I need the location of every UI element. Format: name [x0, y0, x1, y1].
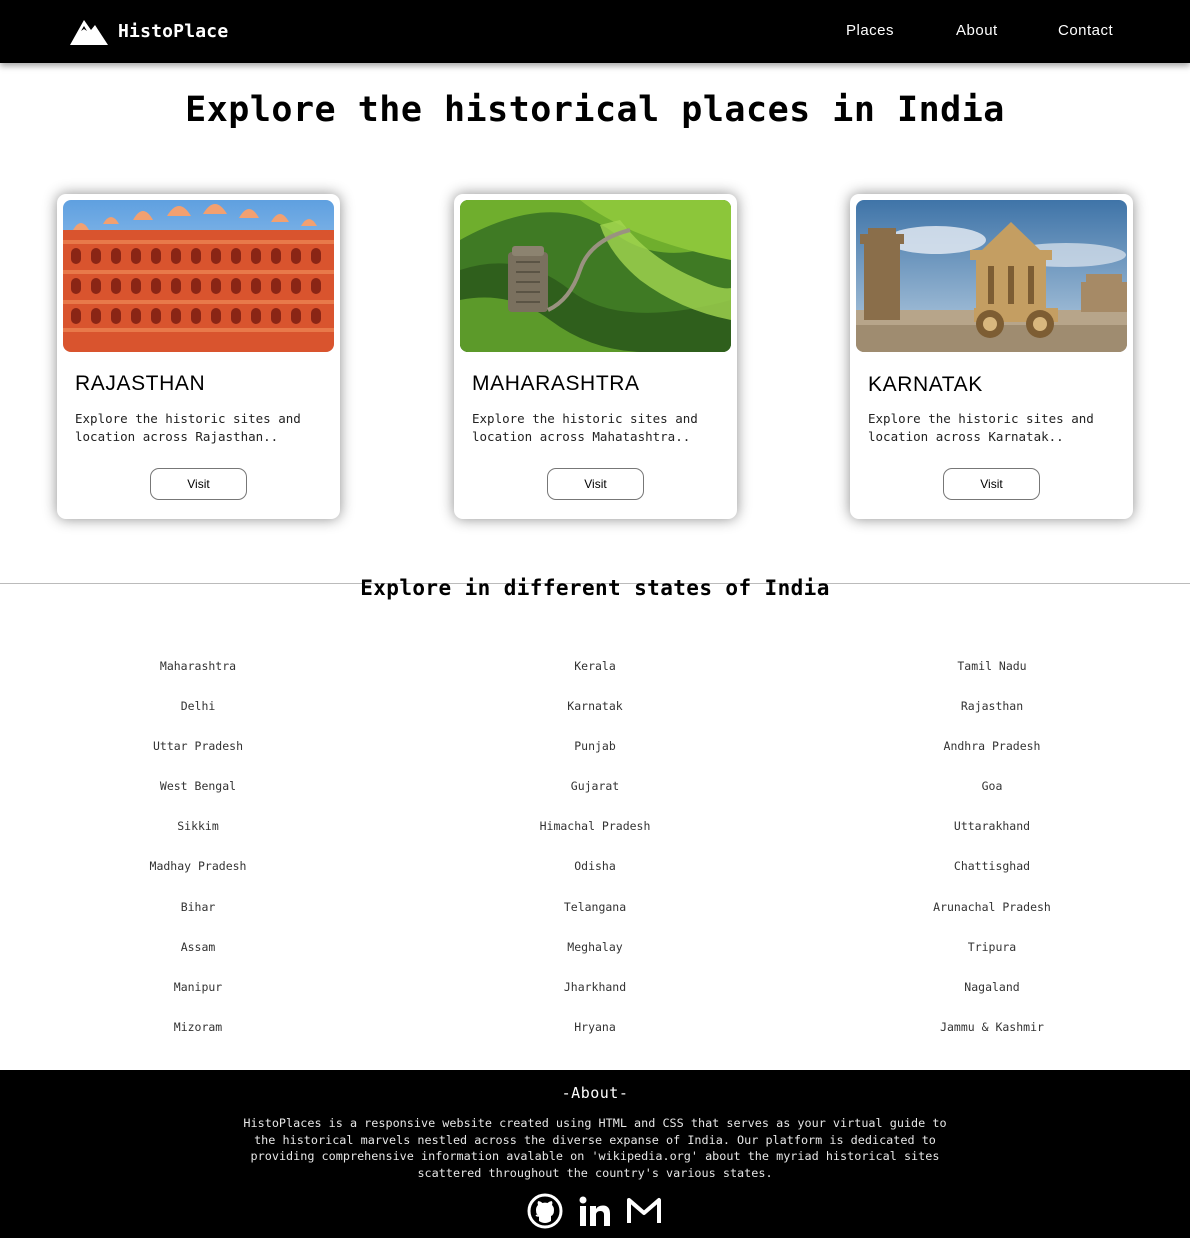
card-description: Explore the historic sites and location …	[472, 411, 698, 444]
state-link[interactable]: Himachal Pradesh	[445, 810, 745, 850]
karnatak-image	[856, 200, 1127, 352]
mountain-icon	[70, 20, 108, 45]
state-link[interactable]: Meghalay	[445, 931, 745, 971]
state-link[interactable]: Assam	[48, 931, 348, 971]
state-link[interactable]: Uttarakhand	[842, 810, 1142, 850]
navbar: HistoPlace Places About Contact	[0, 0, 1190, 63]
state-link[interactable]: Odisha	[445, 850, 745, 890]
state-link[interactable]: Gujarat	[445, 770, 745, 810]
state-link[interactable]: Delhi	[48, 690, 348, 730]
state-link[interactable]: Jammu & Kashmir	[842, 1011, 1142, 1051]
state-link[interactable]: Goa	[842, 770, 1142, 810]
gmail-icon[interactable]	[625, 1192, 663, 1230]
card-title: KARNATAK	[868, 373, 983, 396]
state-link[interactable]: Uttar Pradesh	[48, 730, 348, 770]
nav-contact-link[interactable]: Contact	[1058, 22, 1113, 39]
state-link[interactable]: Chattisghad	[842, 850, 1142, 890]
state-link[interactable]: Karnatak	[445, 690, 745, 730]
maharashtra-image	[460, 200, 731, 352]
visit-rajasthan-button[interactable]: Visit	[150, 468, 247, 500]
state-link[interactable]: Hryana	[445, 1011, 745, 1051]
state-link[interactable]: Punjab	[445, 730, 745, 770]
state-link[interactable]: Tripura	[842, 931, 1142, 971]
state-link[interactable]: Manipur	[48, 971, 348, 1011]
place-card-rajasthan: RAJASTHAN Explore the historic sites and…	[57, 194, 340, 519]
state-link[interactable]: Madhay Pradesh	[48, 850, 348, 890]
state-link[interactable]: Tamil Nadu	[842, 650, 1142, 690]
footer-about-text: HistoPlaces is a responsive website crea…	[243, 1116, 947, 1180]
state-link[interactable]: Nagaland	[842, 971, 1142, 1011]
card-title: MAHARASHTRA	[472, 372, 640, 395]
card-description: Explore the historic sites and location …	[868, 411, 1094, 444]
state-link[interactable]: Jharkhand	[445, 971, 745, 1011]
footer: -About- HistoPlaces is a responsive webs…	[0, 1070, 1190, 1238]
state-link[interactable]: Telangana	[445, 891, 745, 931]
footer-title: -About-	[561, 1084, 629, 1102]
states-column-2: Kerala Karnatak Punjab Gujarat Himachal …	[445, 650, 745, 1051]
state-link[interactable]: Maharashtra	[48, 650, 348, 690]
states-column-3: Tamil Nadu Rajasthan Andhra Pradesh Goa …	[842, 650, 1142, 1051]
brand-name: HistoPlace	[118, 20, 229, 42]
state-link[interactable]: Andhra Pradesh	[842, 730, 1142, 770]
state-link[interactable]: Sikkim	[48, 810, 348, 850]
place-card-maharashtra: MAHARASHTRA Explore the historic sites a…	[454, 194, 737, 519]
state-link[interactable]: Mizoram	[48, 1011, 348, 1051]
states-column-1: Maharashtra Delhi Uttar Pradesh West Ben…	[48, 650, 348, 1051]
rajasthan-image	[63, 200, 334, 352]
card-title: RAJASTHAN	[75, 372, 206, 395]
nav-about-link[interactable]: About	[956, 22, 998, 39]
brand[interactable]: HistoPlace	[70, 14, 228, 48]
place-card-karnatak: KARNATAK Explore the historic sites and …	[850, 194, 1133, 519]
card-description: Explore the historic sites and location …	[75, 411, 301, 444]
visit-maharashtra-button[interactable]: Visit	[547, 468, 644, 500]
linkedin-icon[interactable]	[576, 1192, 614, 1230]
states-section-title: Explore in different states of India	[360, 576, 830, 600]
state-link[interactable]: Rajasthan	[842, 690, 1142, 730]
state-link[interactable]: Arunachal Pradesh	[842, 891, 1142, 931]
state-link[interactable]: Kerala	[445, 650, 745, 690]
github-icon[interactable]	[526, 1192, 564, 1230]
nav-places-link[interactable]: Places	[846, 22, 894, 39]
page-title: Explore the historical places in India	[185, 90, 1005, 130]
visit-karnatak-button[interactable]: Visit	[943, 468, 1040, 500]
state-link[interactable]: West Bengal	[48, 770, 348, 810]
state-link[interactable]: Bihar	[48, 891, 348, 931]
